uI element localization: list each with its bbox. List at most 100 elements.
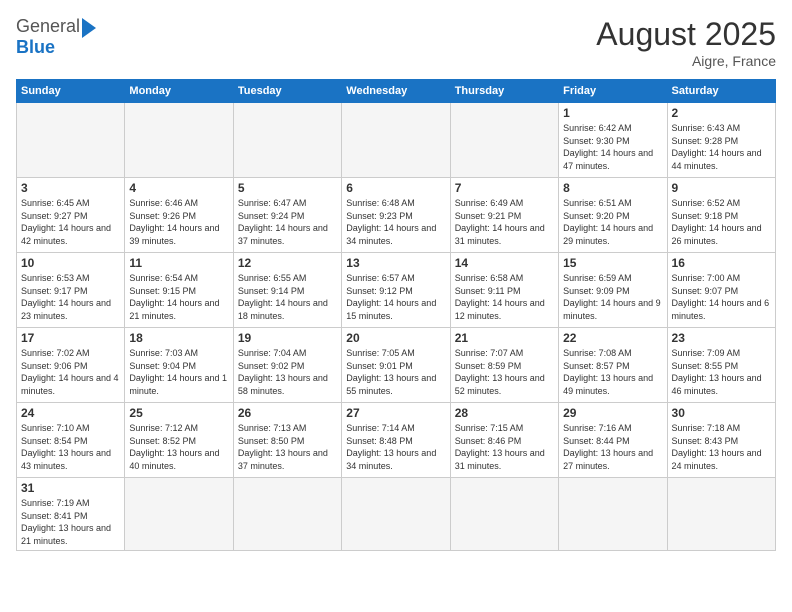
day-number: 18 xyxy=(129,331,228,345)
table-row: 25Sunrise: 7:12 AM Sunset: 8:52 PM Dayli… xyxy=(125,403,233,478)
day-number: 30 xyxy=(672,406,771,420)
table-row: 23 Sunrise: 7:09 AM Sunset: 8:55 PM Dayli… xyxy=(667,328,775,403)
table-row: 4 Sunrise: 6:46 AM Sunset: 9:26 PM Daylig… xyxy=(125,178,233,253)
logo-triangle-icon xyxy=(82,18,96,38)
day-number: 10 xyxy=(21,256,120,270)
day-info: Sunrise: 7:15 AM Sunset: 8:46 PM Dayligh… xyxy=(455,422,554,472)
table-row: 26Sunrise: 7:13 AM Sunset: 8:50 PM Dayli… xyxy=(233,403,341,478)
table-row xyxy=(667,478,775,551)
day-info: Sunrise: 6:58 AM Sunset: 9:11 PM Dayligh… xyxy=(455,272,554,322)
table-row xyxy=(450,478,558,551)
day-info: Sunrise: 7:02 AM Sunset: 9:06 PM Dayligh… xyxy=(21,347,120,397)
day-number: 28 xyxy=(455,406,554,420)
day-number: 24 xyxy=(21,406,120,420)
day-info: Sunrise: 6:59 AM Sunset: 9:09 PM Dayligh… xyxy=(563,272,662,322)
title-block: August 2025 Aigre, France xyxy=(596,16,776,69)
day-info: Sunrise: 6:49 AM Sunset: 9:21 PM Dayligh… xyxy=(455,197,554,247)
day-number: 23 xyxy=(672,331,771,345)
day-number: 15 xyxy=(563,256,662,270)
col-thursday: Thursday xyxy=(450,80,558,103)
table-row: 14 Sunrise: 6:58 AM Sunset: 9:11 PM Dayli… xyxy=(450,253,558,328)
day-info: Sunrise: 7:09 AM Sunset: 8:55 PM Dayligh… xyxy=(672,347,771,397)
table-row: 27Sunrise: 7:14 AM Sunset: 8:48 PM Dayli… xyxy=(342,403,450,478)
day-number: 12 xyxy=(238,256,337,270)
table-row xyxy=(559,478,667,551)
day-number: 14 xyxy=(455,256,554,270)
table-row: 1 Sunrise: 6:42 AM Sunset: 9:30 PM Daylig… xyxy=(559,103,667,178)
table-row: 18 Sunrise: 7:03 AM Sunset: 9:04 PM Dayli… xyxy=(125,328,233,403)
day-info: Sunrise: 6:47 AM Sunset: 9:24 PM Dayligh… xyxy=(238,197,337,247)
logo-general: General xyxy=(16,17,80,37)
day-number: 31 xyxy=(21,481,120,495)
table-row: 5 Sunrise: 6:47 AM Sunset: 9:24 PM Daylig… xyxy=(233,178,341,253)
day-number: 1 xyxy=(563,106,662,120)
day-info: Sunrise: 7:13 AM Sunset: 8:50 PM Dayligh… xyxy=(238,422,337,472)
day-info: Sunrise: 6:48 AM Sunset: 9:23 PM Dayligh… xyxy=(346,197,445,247)
table-row: 11Sunrise: 6:54 AM Sunset: 9:15 PM Dayli… xyxy=(125,253,233,328)
location-title: Aigre, France xyxy=(596,53,776,69)
table-row: 13 Sunrise: 6:57 AM Sunset: 9:12 PM Dayli… xyxy=(342,253,450,328)
table-row xyxy=(342,103,450,178)
day-number: 25 xyxy=(129,406,228,420)
day-info: Sunrise: 7:10 AM Sunset: 8:54 PM Dayligh… xyxy=(21,422,120,472)
day-number: 11 xyxy=(129,256,228,270)
table-row: 19Sunrise: 7:04 AM Sunset: 9:02 PM Dayli… xyxy=(233,328,341,403)
day-info: Sunrise: 6:46 AM Sunset: 9:26 PM Dayligh… xyxy=(129,197,228,247)
day-info: Sunrise: 7:07 AM Sunset: 8:59 PM Dayligh… xyxy=(455,347,554,397)
col-tuesday: Tuesday xyxy=(233,80,341,103)
day-info: Sunrise: 6:43 AM Sunset: 9:28 PM Dayligh… xyxy=(672,122,771,172)
day-number: 20 xyxy=(346,331,445,345)
day-info: Sunrise: 7:19 AM Sunset: 8:41 PM Dayligh… xyxy=(21,497,120,547)
calendar-header-row: Sunday Monday Tuesday Wednesday Thursday… xyxy=(17,80,776,103)
table-row: 3 Sunrise: 6:45 AM Sunset: 9:27 PM Daylig… xyxy=(17,178,125,253)
day-number: 17 xyxy=(21,331,120,345)
col-friday: Friday xyxy=(559,80,667,103)
col-saturday: Saturday xyxy=(667,80,775,103)
table-row xyxy=(125,478,233,551)
table-row: 7 Sunrise: 6:49 AM Sunset: 9:21 PM Daylig… xyxy=(450,178,558,253)
calendar-table: Sunday Monday Tuesday Wednesday Thursday… xyxy=(16,79,776,551)
day-info: Sunrise: 7:08 AM Sunset: 8:57 PM Dayligh… xyxy=(563,347,662,397)
day-info: Sunrise: 6:42 AM Sunset: 9:30 PM Dayligh… xyxy=(563,122,662,172)
table-row: 28 Sunrise: 7:15 AM Sunset: 8:46 PM Dayli… xyxy=(450,403,558,478)
table-row: 21Sunrise: 7:07 AM Sunset: 8:59 PM Dayli… xyxy=(450,328,558,403)
col-wednesday: Wednesday xyxy=(342,80,450,103)
day-info: Sunrise: 6:55 AM Sunset: 9:14 PM Dayligh… xyxy=(238,272,337,322)
table-row: 31 Sunrise: 7:19 AM Sunset: 8:41 PM Dayli… xyxy=(17,478,125,551)
table-row: 29Sunrise: 7:16 AM Sunset: 8:44 PM Dayli… xyxy=(559,403,667,478)
day-number: 22 xyxy=(563,331,662,345)
day-info: Sunrise: 7:00 AM Sunset: 9:07 PM Dayligh… xyxy=(672,272,771,322)
table-row: 17 Sunrise: 7:02 AM Sunset: 9:06 PM Dayli… xyxy=(17,328,125,403)
day-number: 2 xyxy=(672,106,771,120)
logo: General Blue xyxy=(16,16,96,58)
day-number: 4 xyxy=(129,181,228,195)
table-row xyxy=(450,103,558,178)
day-number: 5 xyxy=(238,181,337,195)
logo-blue: Blue xyxy=(16,37,55,57)
table-row: 20Sunrise: 7:05 AM Sunset: 9:01 PM Dayli… xyxy=(342,328,450,403)
day-number: 3 xyxy=(21,181,120,195)
day-number: 27 xyxy=(346,406,445,420)
table-row xyxy=(125,103,233,178)
month-year-title: August 2025 xyxy=(596,16,776,53)
table-row: 16Sunrise: 7:00 AM Sunset: 9:07 PM Dayli… xyxy=(667,253,775,328)
table-row: 12 Sunrise: 6:55 AM Sunset: 9:14 PM Dayli… xyxy=(233,253,341,328)
day-number: 9 xyxy=(672,181,771,195)
day-number: 7 xyxy=(455,181,554,195)
table-row: 24 Sunrise: 7:10 AM Sunset: 8:54 PM Dayli… xyxy=(17,403,125,478)
day-number: 13 xyxy=(346,256,445,270)
table-row: 15 Sunrise: 6:59 AM Sunset: 9:09 PM Dayli… xyxy=(559,253,667,328)
day-info: Sunrise: 7:04 AM Sunset: 9:02 PM Dayligh… xyxy=(238,347,337,397)
col-monday: Monday xyxy=(125,80,233,103)
day-info: Sunrise: 7:03 AM Sunset: 9:04 PM Dayligh… xyxy=(129,347,228,397)
table-row: 8Sunrise: 6:51 AM Sunset: 9:20 PM Daylig… xyxy=(559,178,667,253)
table-row xyxy=(233,478,341,551)
day-number: 29 xyxy=(563,406,662,420)
day-info: Sunrise: 6:45 AM Sunset: 9:27 PM Dayligh… xyxy=(21,197,120,247)
table-row: 22 Sunrise: 7:08 AM Sunset: 8:57 PM Dayli… xyxy=(559,328,667,403)
day-number: 6 xyxy=(346,181,445,195)
table-row: 6 Sunrise: 6:48 AM Sunset: 9:23 PM Daylig… xyxy=(342,178,450,253)
col-sunday: Sunday xyxy=(17,80,125,103)
day-info: Sunrise: 6:57 AM Sunset: 9:12 PM Dayligh… xyxy=(346,272,445,322)
day-number: 8 xyxy=(563,181,662,195)
